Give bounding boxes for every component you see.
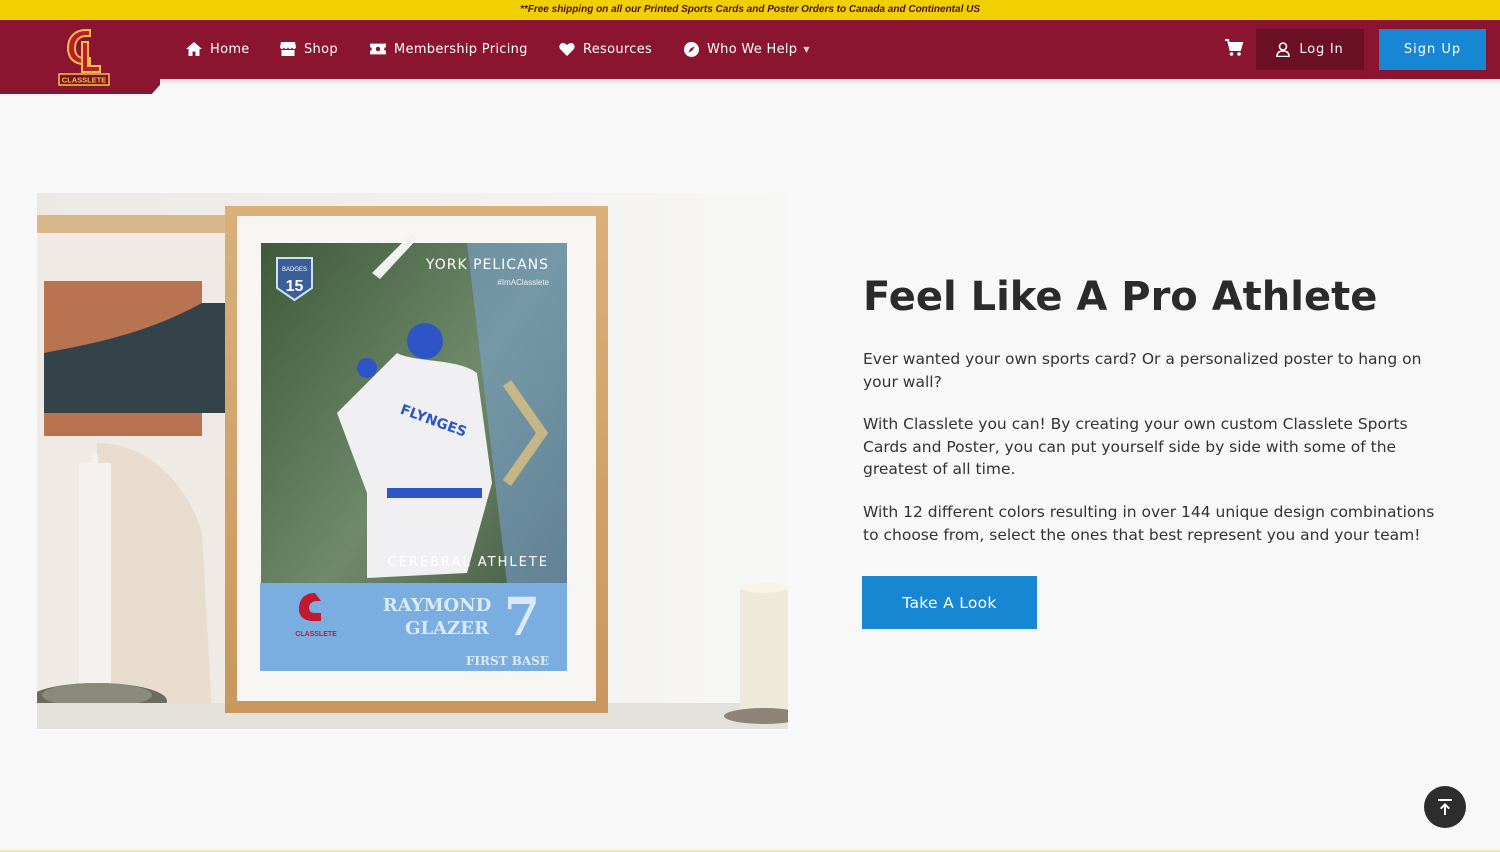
hero-paragraph-1: Ever wanted your own sports card? Or a p… — [863, 350, 1422, 391]
login-button[interactable]: Log In — [1256, 29, 1364, 70]
logo-wordmark: CLASSLETE — [62, 76, 107, 85]
nav-resources-label: Resources — [583, 41, 653, 57]
nav-home-label: Home — [210, 41, 250, 57]
cart-icon[interactable] — [1224, 38, 1244, 58]
scroll-to-top-button[interactable] — [1424, 786, 1466, 828]
badge-count: 15 — [286, 278, 304, 295]
promo-banner: **Free shipping on all our Printed Sport… — [0, 0, 1500, 20]
login-label: Log In — [1299, 42, 1344, 57]
heart-hands-icon — [559, 41, 575, 57]
nav-resources[interactable]: Resources — [559, 39, 652, 59]
nav-shop-label: Shop — [304, 41, 338, 57]
card-hashtag: #ImAClasslete — [497, 278, 549, 287]
card-player-last: GLAZER — [405, 618, 490, 639]
nav-home[interactable]: Home — [186, 39, 250, 59]
hero-paragraph-3: With 12 different colors resulting in ov… — [863, 503, 1435, 544]
signup-button[interactable]: Sign Up — [1379, 29, 1486, 70]
nav-who-we-help-label: Who We Help — [707, 41, 798, 57]
classlete-logo[interactable]: CLASSLETE — [56, 26, 112, 88]
home-icon — [186, 41, 202, 57]
nav-shop[interactable]: Shop — [280, 39, 338, 59]
take-a-look-button[interactable]: Take A Look — [862, 576, 1037, 629]
compass-icon — [683, 41, 699, 57]
store-icon — [280, 41, 296, 57]
nav-membership-label: Membership Pricing — [394, 41, 528, 57]
arrow-up-to-line-icon — [1438, 799, 1452, 815]
chevron-down-icon: ▼ — [803, 44, 810, 54]
card-player-first: RAYMOND — [383, 595, 492, 616]
card-position: FIRST BASE — [466, 654, 549, 668]
nav-shadow — [160, 79, 1500, 85]
card-logo-text: CLASSLETE — [295, 631, 337, 638]
framed-sports-card-illustration: BADGES 15 YORK PELICANS #ImAClasslete FL… — [37, 193, 788, 729]
card-team-name: YORK PELICANS — [425, 257, 549, 273]
nav-who-we-help[interactable]: Who We Help ▼ — [683, 39, 810, 59]
user-icon — [1276, 41, 1292, 58]
hero-paragraph-2: With Classlete you can! By creating your… — [863, 415, 1408, 478]
nav-membership-pricing[interactable]: Membership Pricing — [370, 39, 528, 59]
hero-photo: BADGES 15 YORK PELICANS #ImAClasslete FL… — [37, 193, 788, 729]
card-subtitle: CEREBRAL ATHLETE — [388, 555, 549, 570]
hero-heading: Feel Like A Pro Athlete — [863, 274, 1378, 320]
card-number: 7 — [504, 587, 540, 648]
ticket-icon — [370, 41, 386, 57]
badge-label: BADGES — [282, 267, 307, 273]
